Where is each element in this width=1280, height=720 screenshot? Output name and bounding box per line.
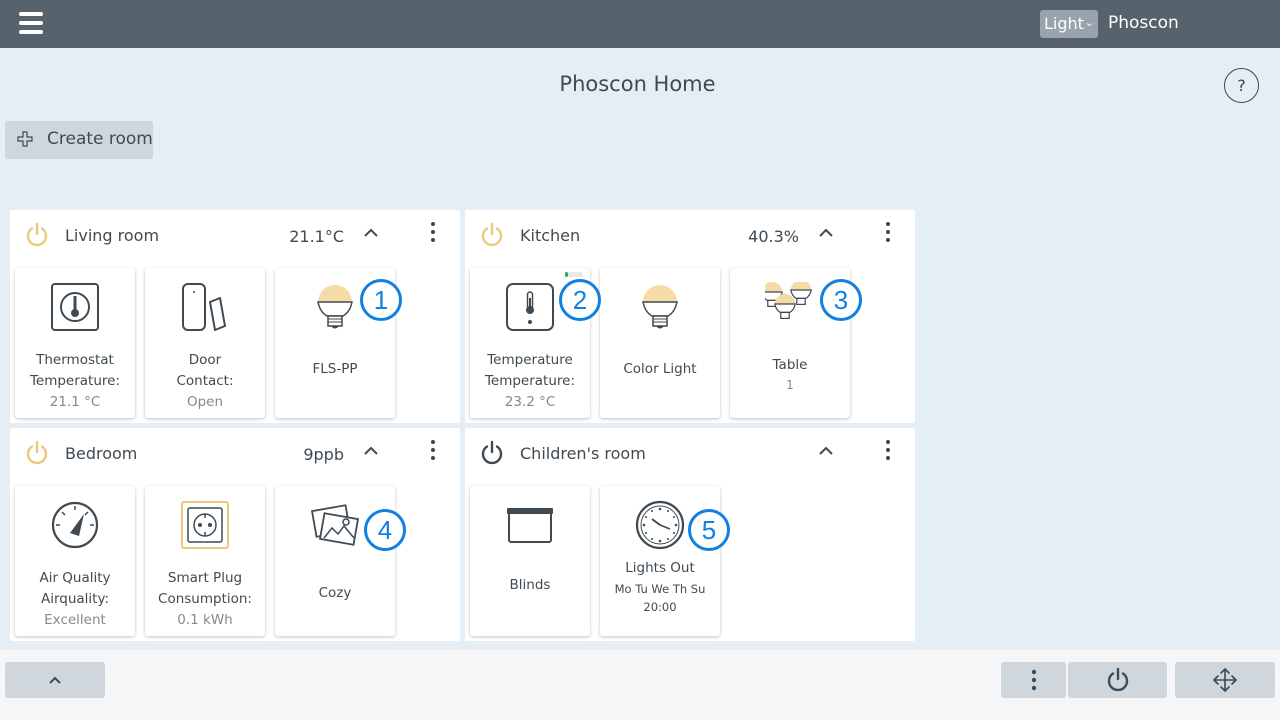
app-name: Phoscon	[1108, 13, 1179, 33]
power-icon[interactable]	[479, 440, 505, 466]
tile-value: Excellent	[44, 612, 106, 628]
theme-select-value: Light	[1044, 14, 1084, 33]
tile-value: Open	[186, 394, 224, 410]
room-name: Kitchen	[520, 226, 581, 245]
room-name: Bedroom	[65, 444, 138, 463]
tile-value: 21.1 °C	[49, 394, 101, 410]
power-icon[interactable]	[24, 440, 50, 466]
tile-label: Temperature:	[484, 373, 576, 389]
callout-badge: 5	[688, 509, 730, 551]
room-header: Kitchen 40.3%	[465, 210, 915, 262]
thermostat-icon	[51, 283, 99, 331]
room-sensor-value: 9ppb	[303, 445, 344, 464]
tile-label: Airquality:	[40, 591, 110, 607]
device-tile[interactable]: Door Contact: Open	[145, 268, 265, 418]
device-tile[interactable]: Thermostat Temperature: 21.1 °C	[15, 268, 135, 418]
tile-name: Temperature	[487, 352, 573, 368]
smart-plug-icon	[181, 501, 229, 549]
top-bar: Light ⌄ Phoscon	[0, 0, 1280, 48]
schedule-days: Mo Tu We Th Su	[614, 582, 706, 596]
power-icon[interactable]	[479, 222, 505, 248]
tile-name: Table	[772, 357, 808, 373]
tile-name: Blinds	[509, 577, 551, 593]
more-options-button[interactable]	[1001, 662, 1066, 698]
room-header: Living room 21.1°C	[10, 210, 460, 262]
chevron-up-icon	[49, 676, 61, 684]
room-sensor-value: 21.1°C	[289, 227, 344, 246]
chevron-up-icon[interactable]	[362, 224, 380, 242]
more-vertical-icon[interactable]	[428, 440, 438, 464]
tile-count: 1	[786, 378, 794, 392]
move-arrows-icon	[1213, 668, 1237, 692]
tile-name: Cozy	[318, 585, 352, 601]
room-sensor-value: 40.3%	[748, 227, 799, 246]
tile-label: Contact:	[176, 373, 234, 389]
device-tile[interactable]: Color Light	[600, 268, 720, 418]
scene-icon	[310, 504, 360, 546]
bulb-group-icon	[765, 282, 812, 320]
move-button[interactable]	[1175, 662, 1275, 698]
bulb-icon	[642, 285, 678, 329]
tile-name: Color Light	[623, 361, 697, 377]
tile-name: Air Quality	[39, 570, 111, 586]
callout-badge: 2	[559, 279, 601, 321]
callout-badge: 1	[360, 279, 402, 321]
power-icon[interactable]	[24, 222, 50, 248]
tile-name: Smart Plug	[167, 570, 243, 586]
device-tile[interactable]: Smart Plug Consumption: 0.1 kWh	[145, 486, 265, 636]
room-name: Children's room	[520, 444, 646, 463]
chevron-down-icon: ⌄	[1084, 16, 1094, 29]
tile-label: Temperature:	[29, 373, 121, 389]
hamburger-menu-icon[interactable]	[19, 12, 43, 34]
bulb-icon	[317, 285, 353, 329]
scroll-up-button[interactable]	[5, 662, 105, 698]
schedule-time: 20:00	[643, 600, 677, 614]
door-contact-icon	[182, 283, 226, 331]
power-icon	[1107, 667, 1129, 692]
tile-value: 23.2 °C	[504, 394, 556, 410]
create-room-button[interactable]: Create room	[5, 121, 153, 159]
tile-name: Thermostat	[36, 352, 114, 368]
device-tile[interactable]: Air Quality Airquality: Excellent	[15, 486, 135, 636]
blinds-icon	[507, 508, 553, 543]
tile-name: Lights Out	[625, 560, 695, 576]
theme-select[interactable]: Light ⌄	[1040, 10, 1098, 38]
chevron-up-icon[interactable]	[817, 442, 835, 460]
gauge-icon	[51, 501, 99, 549]
tile-name: FLS-PP	[312, 361, 358, 377]
device-tile[interactable]: Blinds	[470, 486, 590, 636]
temperature-sensor-icon	[506, 283, 554, 331]
more-vertical-icon[interactable]	[883, 222, 893, 246]
tile-label: Consumption:	[158, 591, 252, 607]
more-vertical-icon[interactable]	[428, 222, 438, 246]
battery-indicator	[565, 272, 583, 277]
callout-badge: 3	[820, 279, 862, 321]
room-name: Living room	[65, 226, 160, 245]
chevron-up-icon[interactable]	[817, 224, 835, 242]
room-header: Children's room	[465, 428, 915, 480]
plus-icon	[17, 131, 33, 147]
room-header: Bedroom 9ppb	[10, 428, 460, 480]
more-vertical-icon[interactable]	[883, 440, 893, 464]
more-vertical-icon	[1031, 669, 1037, 691]
clock-icon	[635, 500, 685, 550]
page-title: Phoscon Home	[559, 72, 716, 96]
callout-badge: 4	[364, 509, 406, 551]
create-room-label: Create room	[47, 129, 153, 149]
tile-value: 0.1 kWh	[177, 612, 233, 628]
tile-name: Door	[188, 352, 222, 368]
help-button[interactable]: ?	[1224, 68, 1259, 103]
schedule-tile[interactable]: Lights Out Mo Tu We Th Su 20:00	[600, 486, 720, 636]
chevron-up-icon[interactable]	[362, 442, 380, 460]
all-power-button[interactable]	[1068, 662, 1167, 698]
scene-tile[interactable]: Cozy	[275, 486, 395, 636]
